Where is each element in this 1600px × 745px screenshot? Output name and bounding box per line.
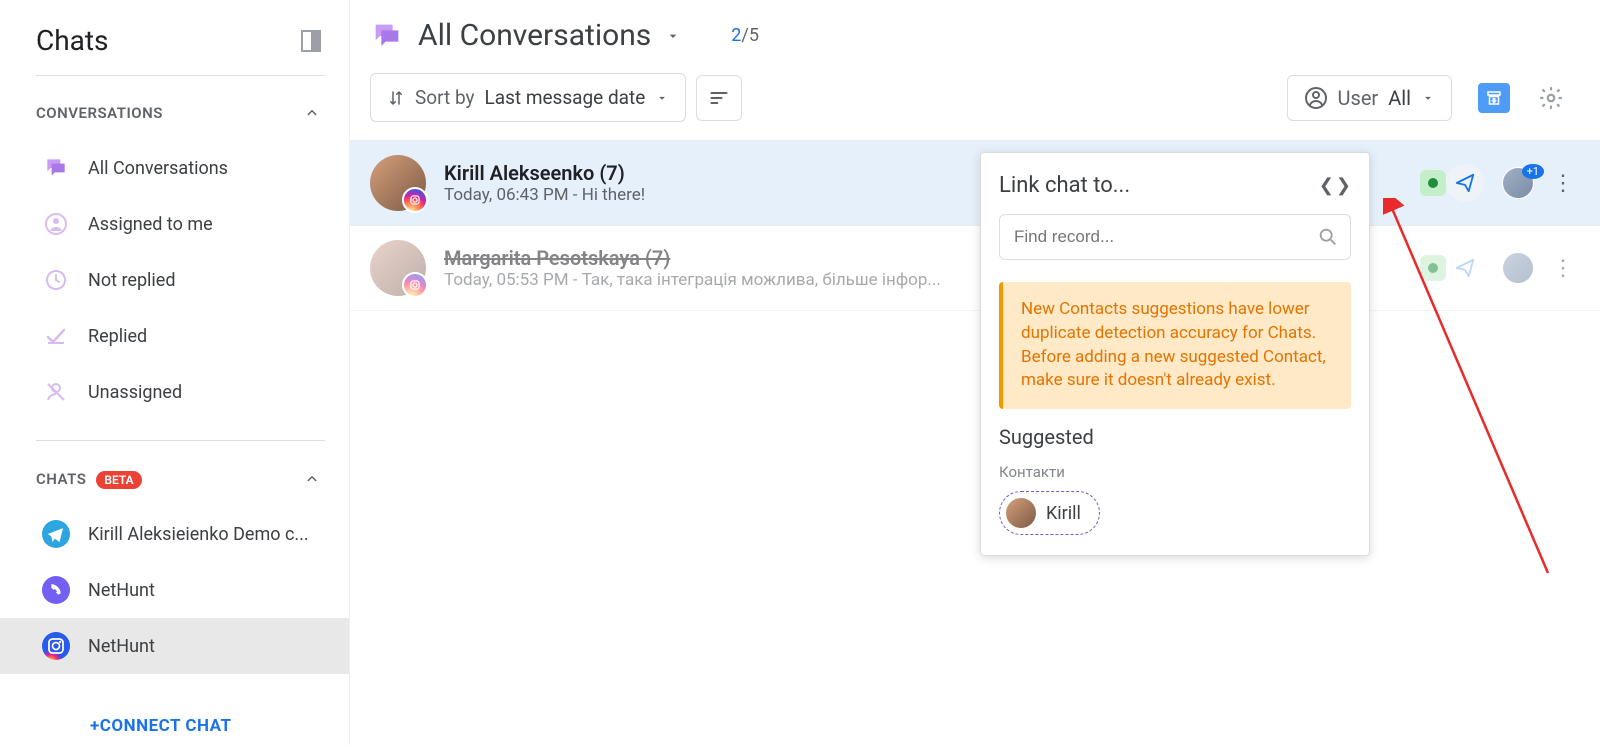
- chevron-up-icon: [303, 470, 321, 488]
- sort-prefix: Sort by: [415, 86, 475, 109]
- viber-icon: [42, 576, 70, 604]
- more-menu-button[interactable]: ⋮: [1552, 256, 1574, 281]
- nav-label: All Conversations: [88, 158, 228, 179]
- connect-chat-button[interactable]: +CONNECT CHAT: [0, 694, 349, 736]
- more-menu-button[interactable]: ⋮: [1552, 171, 1574, 196]
- conversation-preview: Today, 05:53 PM - Так, така інтеграція м…: [444, 270, 974, 290]
- chat-item-viber[interactable]: NetHunt: [0, 562, 349, 618]
- settings-button[interactable]: [1538, 85, 1564, 111]
- chevron-left-icon[interactable]: ❮: [1319, 175, 1334, 196]
- section-conversations-header[interactable]: CONVERSATIONS: [0, 96, 349, 130]
- density-button[interactable]: [696, 75, 742, 121]
- conversation-count: 2/5: [731, 25, 759, 46]
- user-filter-label: User: [1338, 86, 1379, 110]
- instagram-icon: [42, 632, 70, 660]
- section-conversations-label: CONVERSATIONS: [36, 104, 163, 122]
- unassigned-icon: [42, 378, 70, 406]
- sort-arrows-icon: [387, 88, 405, 108]
- suggested-header: Suggested: [999, 425, 1351, 449]
- title-dropdown[interactable]: [665, 28, 681, 44]
- sort-value: Last message date: [485, 86, 646, 109]
- find-record-input[interactable]: [999, 214, 1351, 260]
- chat-icon: [370, 19, 404, 53]
- chat-label: NetHunt: [88, 580, 155, 601]
- chevron-up-icon: [303, 104, 321, 122]
- conversation-list: Kirill Alekseenko (7) Today, 06:43 PM - …: [350, 140, 1600, 311]
- conversation-preview: Today, 06:43 PM - Hi there!: [444, 185, 974, 205]
- assignee-avatar[interactable]: [1502, 252, 1534, 284]
- chevron-right-icon[interactable]: ❯: [1336, 175, 1351, 196]
- chat-label: Kirill Aleksieienko Demo c...: [88, 524, 309, 545]
- main: All Conversations 2/5 Sort by Last messa…: [350, 0, 1600, 745]
- main-header: All Conversations 2/5: [350, 0, 1600, 63]
- sidebar-header: Chats: [0, 24, 349, 75]
- nav-assigned-to-me[interactable]: Assigned to me: [0, 196, 349, 252]
- chip-avatar: [1006, 498, 1036, 528]
- assignee-count-badge: +1: [1522, 164, 1544, 179]
- instagram-badge-icon: [402, 187, 428, 213]
- clock-icon: [42, 266, 70, 294]
- sort-button[interactable]: Sort by Last message date: [370, 73, 686, 122]
- warning-message: New Contacts suggestions have lower dupl…: [999, 282, 1351, 409]
- nav-not-replied[interactable]: Not replied: [0, 252, 349, 308]
- telegram-icon: [42, 520, 70, 548]
- divider: [36, 440, 325, 441]
- link-chat-popup: Link chat to... ❮ ❯ New Contacts suggest…: [980, 152, 1370, 556]
- person-icon: [42, 210, 70, 238]
- search-icon: [1317, 226, 1339, 248]
- nav-label: Unassigned: [88, 382, 182, 403]
- sidebar: Chats CONVERSATIONS All Conversations As…: [0, 0, 350, 745]
- assignee-avatars[interactable]: +1: [1502, 167, 1534, 199]
- status-online-icon: [1420, 170, 1446, 196]
- nav-all-conversations[interactable]: All Conversations: [0, 140, 349, 196]
- check-icon: [42, 322, 70, 350]
- conversation-row[interactable]: Margarita Pesotskaya (7) Today, 05:53 PM…: [350, 226, 1600, 311]
- sidebar-title: Chats: [36, 24, 109, 57]
- chevron-down-icon: [655, 91, 669, 105]
- page-title: All Conversations: [418, 18, 651, 53]
- chat-item-instagram[interactable]: NetHunt: [0, 618, 349, 674]
- controls-bar: Sort by Last message date User All: [350, 63, 1600, 140]
- nav-unassigned[interactable]: Unassigned: [0, 364, 349, 420]
- avatar: [370, 155, 426, 211]
- chat-label: NetHunt: [88, 636, 155, 657]
- chats-nav: Kirill Aleksieienko Demo c... NetHunt Ne…: [0, 496, 349, 694]
- avatar: [370, 240, 426, 296]
- chat-item-telegram[interactable]: Kirill Aleksieienko Demo c...: [0, 506, 349, 562]
- chip-label: Kirill: [1046, 503, 1081, 524]
- nav-label: Not replied: [88, 270, 176, 291]
- user-filter[interactable]: User All: [1287, 75, 1452, 121]
- divider: [36, 75, 325, 76]
- nav-label: Replied: [88, 326, 147, 347]
- popup-nav[interactable]: ❮ ❯: [1319, 175, 1351, 196]
- conversations-nav: All Conversations Assigned to me Not rep…: [0, 130, 349, 440]
- status-online-icon: [1420, 255, 1446, 281]
- nav-replied[interactable]: Replied: [0, 308, 349, 364]
- user-filter-value: All: [1388, 86, 1411, 110]
- beta-badge: BETA: [96, 471, 141, 489]
- link-record-button[interactable]: [1446, 249, 1484, 287]
- nav-label: Assigned to me: [88, 214, 213, 235]
- section-chats-header[interactable]: CHATS BETA: [0, 461, 349, 496]
- suggested-category: Контакти: [999, 463, 1351, 481]
- instagram-badge-icon: [402, 272, 428, 298]
- section-chats-label: CHATS: [36, 470, 86, 488]
- popup-title: Link chat to...: [999, 173, 1130, 198]
- chat-icon: [42, 154, 70, 182]
- link-record-button[interactable]: [1446, 164, 1484, 202]
- panel-toggle-icon[interactable]: [301, 30, 321, 52]
- archive-button[interactable]: [1478, 83, 1510, 113]
- suggested-contact-chip[interactable]: Kirill: [999, 491, 1100, 535]
- conversation-row[interactable]: Kirill Alekseenko (7) Today, 06:43 PM - …: [350, 141, 1600, 226]
- user-icon: [1304, 86, 1328, 110]
